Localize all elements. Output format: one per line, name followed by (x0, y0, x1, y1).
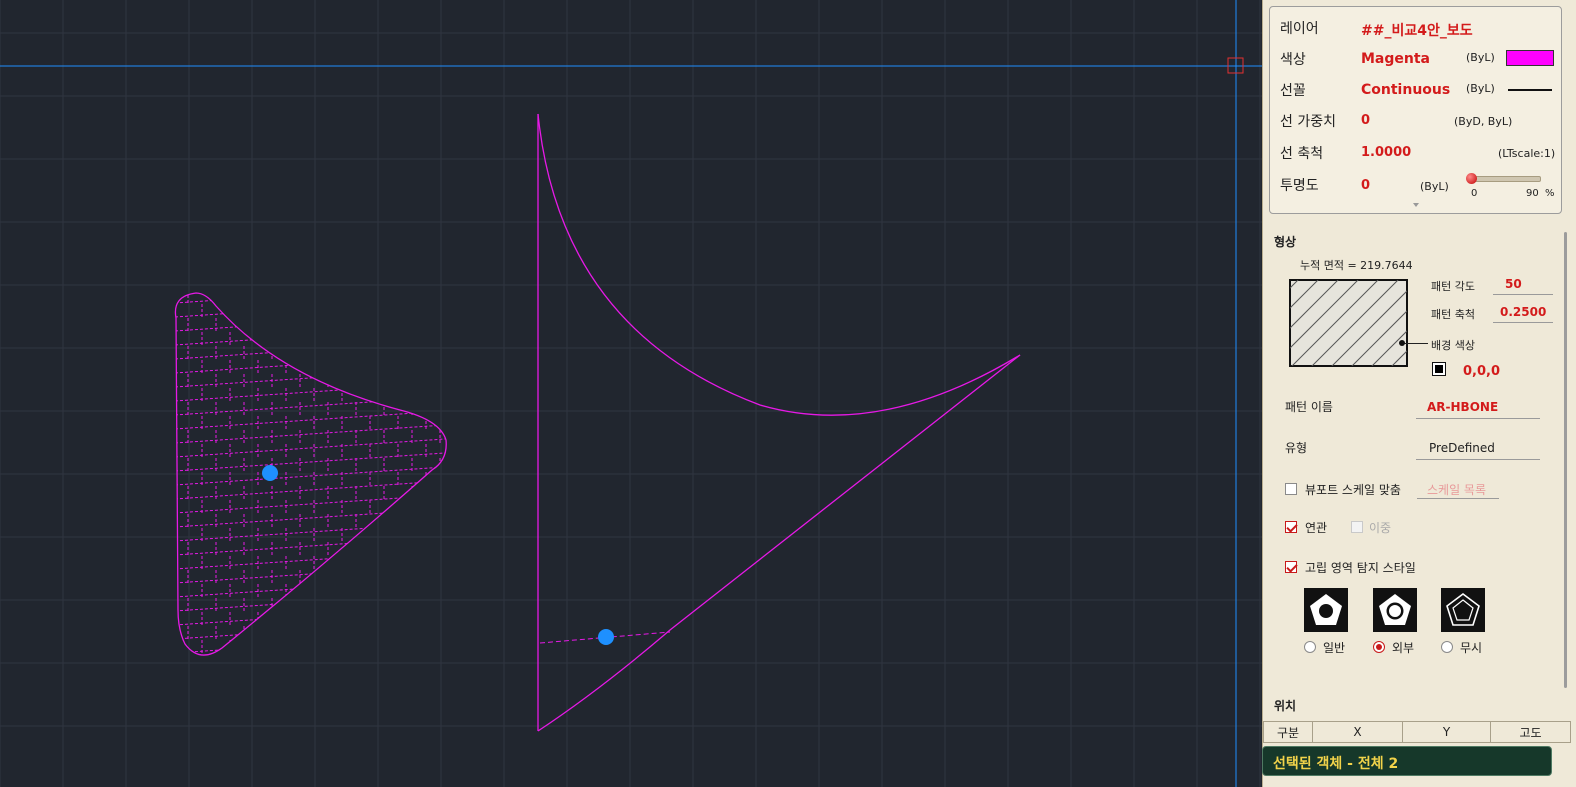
pattern-scale-underline (1493, 322, 1553, 323)
lineweight-value[interactable]: 0 (1361, 113, 1370, 128)
position-table: 구분 X Y 고도 (1263, 721, 1571, 743)
lineweight-by: (ByD, ByL) (1454, 115, 1513, 128)
color-value[interactable]: Magenta (1361, 51, 1430, 67)
bg-color-swatch[interactable] (1432, 362, 1446, 376)
viewport-scale-checkbox[interactable] (1285, 483, 1297, 495)
bg-color-leader-dot (1399, 340, 1405, 346)
double-checkbox[interactable] (1351, 521, 1363, 533)
radio-normal-label: 일반 (1323, 641, 1346, 655)
pattern-angle-label: 패턴 각도 (1431, 280, 1475, 293)
color-swatch[interactable] (1506, 50, 1554, 66)
viewport-scale-label: 뷰포트 스케일 맞춤 (1305, 483, 1401, 497)
pentagon-ignore-icon[interactable] (1441, 588, 1485, 632)
expand-arrow-icon[interactable] (1413, 203, 1419, 207)
bg-color-value[interactable]: 0,0,0 (1463, 364, 1500, 379)
area-text: 누적 면적 = 219.7644 (1300, 259, 1413, 272)
pattern-preview[interactable] (1289, 279, 1409, 368)
bg-color-leader (1402, 343, 1428, 344)
transparency-unit: % (1545, 188, 1555, 199)
ltscale-label: 선 축척 (1280, 146, 1324, 162)
hatch-object[interactable] (160, 270, 460, 710)
pattern-scale-value[interactable]: 0.2500 (1500, 305, 1546, 319)
transparency-value[interactable]: 0 (1361, 178, 1370, 193)
island-detection-label: 고립 영역 탐지 스타일 (1305, 561, 1416, 575)
layer-value[interactable]: ##_비교4안_보도 (1361, 20, 1473, 40)
linetype-by: (ByL) (1466, 82, 1495, 95)
pattern-name-value[interactable]: AR-HBONE (1427, 400, 1498, 414)
scale-list-button[interactable]: 스케일 목록 (1427, 481, 1486, 498)
type-label: 유형 (1285, 441, 1308, 455)
boundary-object[interactable] (537, 113, 1021, 732)
type-underline (1416, 459, 1540, 460)
lineweight-label: 선 가중치 (1280, 114, 1336, 130)
linetype-value[interactable]: Continuous (1361, 82, 1450, 98)
bg-color-label: 배경 색상 (1431, 339, 1475, 352)
pattern-name-underline (1416, 418, 1540, 419)
associative-checkbox[interactable] (1285, 521, 1297, 533)
col-header-x: X (1312, 721, 1403, 743)
pentagon-outer-icon[interactable] (1373, 588, 1417, 632)
pattern-scale-label: 패턴 축척 (1431, 308, 1475, 321)
scale-list-underline (1417, 498, 1499, 499)
col-header-kind: 구분 (1263, 721, 1313, 743)
pentagon-normal-icon[interactable] (1304, 588, 1348, 632)
radio-ignore[interactable] (1441, 641, 1453, 653)
linetype-label: 선꼴 (1280, 83, 1306, 99)
island-detection-checkbox[interactable] (1285, 561, 1297, 573)
transparency-slider[interactable] (1466, 173, 1541, 184)
associative-label: 연관 (1305, 521, 1328, 535)
boundary-grip[interactable] (598, 629, 614, 645)
selection-status-text: 선택된 객체 - 전체 2 (1273, 756, 1399, 772)
radio-ignore-label: 무시 (1460, 641, 1483, 655)
transparency-label: 투명도 (1280, 178, 1319, 194)
radio-outer-label: 외부 (1392, 641, 1415, 655)
layer-label: 레이어 (1280, 21, 1319, 37)
radio-normal[interactable] (1304, 641, 1316, 653)
drawing-canvas[interactable] (0, 0, 1262, 787)
col-header-elevation: 고도 (1490, 721, 1571, 743)
pattern-angle-value[interactable]: 50 (1505, 277, 1522, 291)
panel-scrollbar[interactable] (1564, 232, 1567, 688)
ltscale-value[interactable]: 1.0000 (1361, 145, 1411, 160)
linetype-preview (1508, 89, 1552, 91)
type-value[interactable]: PreDefined (1429, 441, 1495, 455)
transparency-max: 90 (1526, 188, 1539, 199)
pattern-angle-underline (1493, 294, 1553, 295)
pattern-name-label: 패턴 이름 (1285, 400, 1333, 414)
position-section-title: 위치 (1274, 699, 1297, 713)
col-header-y: Y (1402, 721, 1491, 743)
general-properties-box: 레이어 ##_비교4안_보도 색상 Magenta (ByL) 선꼴 Conti… (1269, 6, 1562, 214)
hatch-grip[interactable] (262, 465, 278, 481)
transparency-slider-thumb[interactable] (1466, 173, 1477, 184)
color-by: (ByL) (1466, 51, 1495, 64)
transparency-min: 0 (1471, 188, 1478, 199)
selection-status-bar: 선택된 객체 - 전체 2 (1262, 746, 1552, 776)
ltscale-by: (LTscale:1) (1498, 147, 1556, 160)
shape-section-title: 형상 (1274, 235, 1297, 249)
transparency-by: (ByL) (1420, 180, 1449, 193)
grid (0, 0, 1262, 787)
properties-panel: 레이어 ##_비교4안_보도 색상 Magenta (ByL) 선꼴 Conti… (1262, 0, 1576, 787)
double-label: 이중 (1369, 521, 1392, 535)
color-label: 색상 (1280, 52, 1306, 68)
radio-outer[interactable] (1373, 641, 1385, 653)
